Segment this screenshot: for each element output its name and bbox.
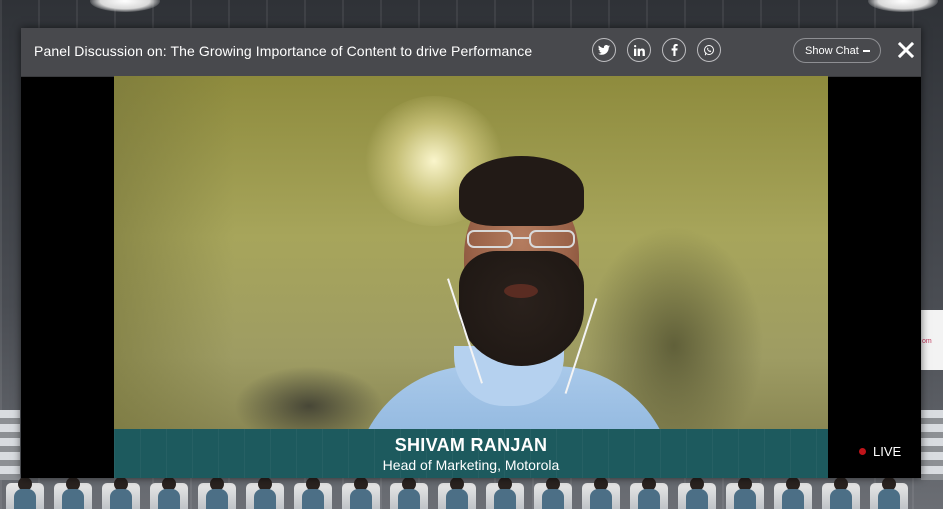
audience-seat <box>198 477 236 509</box>
audience-seats-right <box>921 410 943 480</box>
live-dot-icon <box>859 448 866 455</box>
audience-seats-row <box>0 477 943 509</box>
audience-seats-left <box>0 410 20 480</box>
speaker-role: Head of Marketing, Motorola <box>382 457 560 473</box>
audience-seat <box>294 477 332 509</box>
audience-seat <box>150 477 188 509</box>
audience-seat <box>726 477 764 509</box>
audience-seat <box>390 477 428 509</box>
twitter-icon <box>598 45 610 55</box>
background-sign: om <box>920 310 943 370</box>
audience-seat <box>486 477 524 509</box>
audience-seat <box>342 477 380 509</box>
show-chat-label: Show Chat <box>805 44 859 57</box>
session-title: Panel Discussion on: The Growing Importa… <box>34 43 533 59</box>
audience-seat <box>102 477 140 509</box>
background-sign-text: om <box>922 338 932 345</box>
live-video-player[interactable]: SHIVAM RANJAN Head of Marketing, Motorol… <box>114 76 828 478</box>
live-label: LIVE <box>873 444 902 459</box>
modal-header: Panel Discussion on: The Growing Importa… <box>21 28 921 77</box>
facebook-icon <box>671 44 678 56</box>
linkedin-icon <box>633 44 645 56</box>
audience-seat <box>630 477 668 509</box>
minus-icon <box>863 50 870 52</box>
audience-seat <box>582 477 620 509</box>
ceiling-light <box>90 0 160 12</box>
speaker-name: SHIVAM RANJAN <box>394 435 548 455</box>
linkedin-share-button[interactable] <box>627 38 651 62</box>
twitter-share-button[interactable] <box>592 38 616 62</box>
audience-seat <box>534 477 572 509</box>
audience-seat <box>246 477 284 509</box>
live-indicator: LIVE <box>859 444 901 459</box>
speaker-lower-third: SHIVAM RANJAN Head of Marketing, Motorol… <box>114 429 828 478</box>
show-chat-button[interactable]: Show Chat <box>793 38 881 63</box>
audience-seat <box>438 477 476 509</box>
audience-seat <box>6 477 44 509</box>
close-icon[interactable] <box>897 41 915 59</box>
whatsapp-icon <box>704 45 714 56</box>
audience-seat <box>678 477 716 509</box>
audience-seat <box>774 477 812 509</box>
ceiling-light <box>868 0 938 12</box>
audience-seat <box>870 477 908 509</box>
facebook-share-button[interactable] <box>662 38 686 62</box>
session-video-modal: Panel Discussion on: The Growing Importa… <box>21 28 921 478</box>
whatsapp-share-button[interactable] <box>697 38 721 62</box>
audience-seat <box>54 477 92 509</box>
audience-seat <box>822 477 860 509</box>
